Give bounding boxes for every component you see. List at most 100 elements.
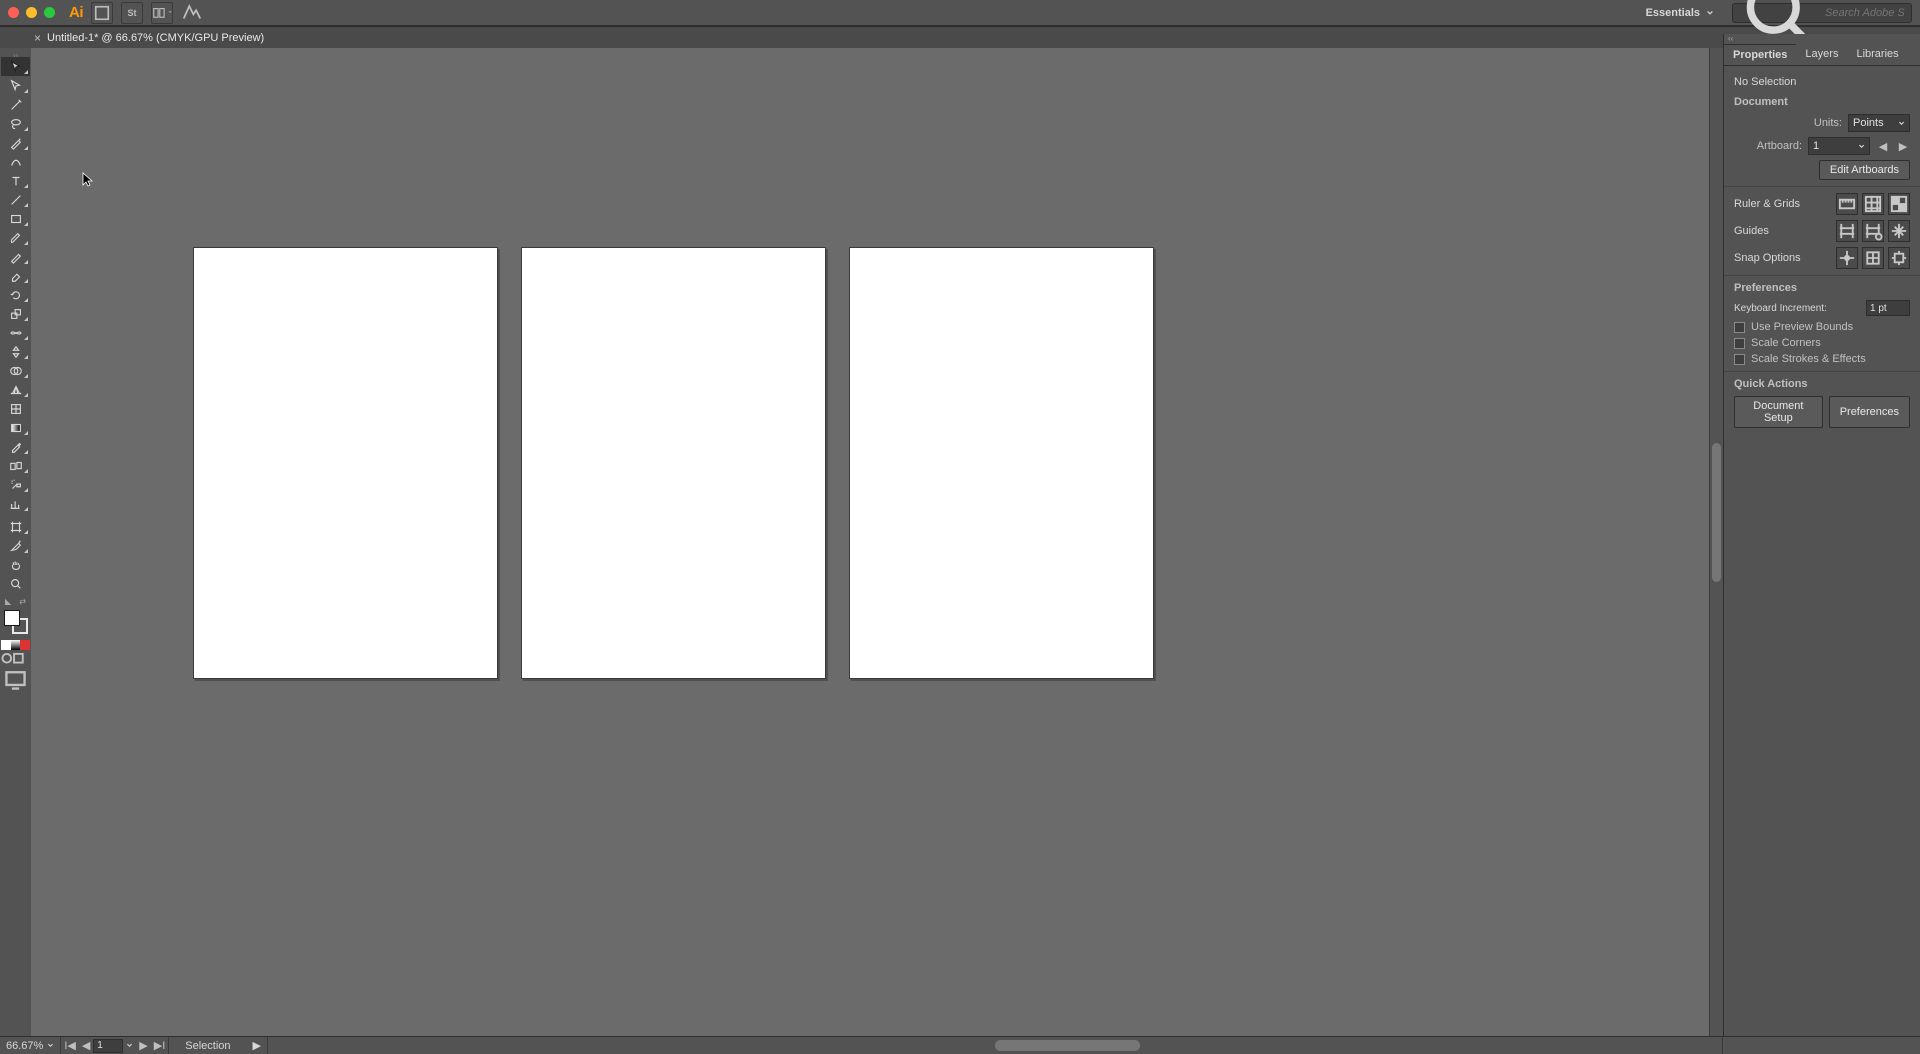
pencil-tool[interactable]	[1, 247, 30, 266]
scale-corners-checkbox[interactable]	[1734, 338, 1745, 349]
artboard-next-button[interactable]: ▶	[136, 1039, 150, 1052]
artboard-1[interactable]	[193, 247, 498, 679]
smart-guides-icon[interactable]	[1888, 220, 1910, 242]
eyedropper-tool[interactable]	[1, 437, 30, 456]
artboard-last-button[interactable]: ▶I	[151, 1039, 169, 1052]
tab-libraries[interactable]: Libraries	[1847, 44, 1907, 65]
transparency-grid-icon[interactable]	[1888, 193, 1910, 215]
line-segment-tool[interactable]	[1, 190, 30, 209]
app-logo: Ai	[69, 4, 83, 21]
shape-builder-tool[interactable]	[1, 361, 30, 380]
artboard-next-button[interactable]: ▶	[1896, 140, 1910, 153]
selection-tool[interactable]	[1, 57, 30, 76]
status-menu-button[interactable]: ▶	[247, 1039, 267, 1052]
document-tab-bar: × Untitled-1* @ 66.67% (CMYK/GPU Preview…	[0, 26, 1920, 48]
workspace-label: Essentials	[1646, 7, 1700, 19]
lasso-tool[interactable]	[1, 114, 30, 133]
artboard-2[interactable]	[521, 247, 826, 679]
column-graph-tool[interactable]	[1, 494, 30, 513]
workspace-switcher[interactable]: Essentials	[1636, 5, 1724, 21]
scale-corners-label: Scale Corners	[1751, 337, 1821, 349]
kbd-increment-input[interactable]	[1866, 300, 1910, 316]
hand-tool[interactable]	[1, 555, 30, 574]
artboard-prev-button[interactable]: ◀	[79, 1039, 93, 1052]
free-transform-tool[interactable]	[1, 342, 30, 361]
perspective-grid-tool[interactable]	[1, 380, 30, 399]
direct-selection-tool[interactable]	[1, 76, 30, 95]
scale-strokes-label: Scale Strokes & Effects	[1751, 353, 1866, 365]
cursor-icon	[82, 172, 94, 188]
fill-swatch[interactable]	[4, 610, 20, 626]
document-tab-title[interactable]: Untitled-1* @ 66.67% (CMYK/GPU Preview)	[47, 32, 264, 44]
minimize-window-button[interactable]	[26, 7, 37, 18]
use-preview-bounds-checkbox[interactable]	[1734, 322, 1745, 333]
tab-properties[interactable]: Properties	[1724, 44, 1796, 65]
zoom-select[interactable]: 66.67%	[0, 1037, 61, 1054]
stock-icon[interactable]: St	[121, 2, 143, 24]
snap-grid-icon[interactable]	[1862, 247, 1884, 269]
guides-lock-icon[interactable]	[1862, 220, 1884, 242]
units-label: Units:	[1734, 117, 1842, 129]
scale-tool[interactable]	[1, 304, 30, 323]
preferences-button[interactable]: Preferences	[1829, 396, 1910, 428]
gpu-preview-icon[interactable]	[181, 2, 203, 24]
artboard-tool[interactable]	[1, 517, 30, 536]
color-mode-row[interactable]	[1, 640, 30, 650]
grid-icon[interactable]	[1862, 193, 1884, 215]
search-box[interactable]	[1732, 3, 1912, 23]
rectangle-tool[interactable]	[1, 209, 30, 228]
ruler-grids-label: Ruler & Grids	[1734, 198, 1830, 210]
title-bar: Ai St Essentials	[0, 0, 1920, 26]
arrange-documents-icon[interactable]	[151, 2, 173, 24]
document-section-label: Document	[1734, 96, 1910, 108]
selection-status-label: No Selection	[1734, 76, 1910, 88]
scale-strokes-checkbox[interactable]	[1734, 354, 1745, 365]
edit-artboards-button[interactable]: Edit Artboards	[1819, 160, 1910, 180]
artboard-number-input[interactable]	[93, 1039, 123, 1053]
snap-point-icon[interactable]	[1836, 247, 1858, 269]
screen-mode-button[interactable]	[1, 670, 30, 688]
close-document-button[interactable]: ×	[34, 31, 41, 45]
magic-wand-tool[interactable]	[1, 95, 30, 114]
quick-actions-label: Quick Actions	[1734, 378, 1910, 390]
artboard-3[interactable]	[849, 247, 1154, 679]
ruler-icon[interactable]	[1836, 193, 1858, 215]
mesh-tool[interactable]	[1, 399, 30, 418]
panel-collapse-icon[interactable]: ‹‹	[1724, 34, 1920, 44]
guides-show-icon[interactable]	[1836, 220, 1858, 242]
eraser-tool[interactable]	[1, 266, 30, 285]
search-input[interactable]	[1825, 7, 1905, 19]
gradient-tool[interactable]	[1, 418, 30, 437]
document-setup-button[interactable]: Document Setup	[1734, 396, 1823, 428]
width-tool[interactable]	[1, 323, 30, 342]
maximize-window-button[interactable]	[44, 7, 55, 18]
vertical-scrollbar[interactable]	[1709, 48, 1723, 1036]
artboard-select[interactable]: 1	[1808, 137, 1870, 155]
snap-options-label: Snap Options	[1734, 252, 1830, 264]
close-window-button[interactable]	[8, 7, 19, 18]
horizontal-scrollbar[interactable]	[267, 1037, 1723, 1054]
tools-panel: ›› ◣⇄	[0, 48, 31, 688]
chevron-down-icon	[1706, 9, 1714, 17]
home-icon[interactable]	[91, 2, 113, 24]
artboard-first-button[interactable]: I◀	[61, 1039, 79, 1052]
units-select[interactable]: Points	[1848, 114, 1910, 132]
tab-layers[interactable]: Layers	[1796, 44, 1847, 65]
paintbrush-tool[interactable]	[1, 228, 30, 247]
artboard-prev-button[interactable]: ◀	[1876, 140, 1890, 153]
curvature-tool[interactable]	[1, 152, 30, 171]
rotate-tool[interactable]	[1, 285, 30, 304]
canvas-area[interactable]: ‹‹	[31, 48, 1723, 1036]
fill-stroke-indicator[interactable]	[4, 610, 28, 634]
artboard-label: Artboard:	[1734, 140, 1802, 152]
blend-tool[interactable]	[1, 456, 30, 475]
zoom-tool[interactable]	[1, 574, 30, 593]
pen-tool[interactable]	[1, 133, 30, 152]
slice-tool[interactable]	[1, 536, 30, 555]
zoom-value: 66.67%	[6, 1040, 43, 1052]
artboard-navigation: I◀ ◀ ▶ ▶I	[61, 1037, 169, 1054]
symbol-sprayer-tool[interactable]	[1, 475, 30, 494]
fill-stroke-swap-row: ◣⇄	[1, 597, 30, 606]
snap-pixel-icon[interactable]	[1888, 247, 1910, 269]
type-tool[interactable]	[1, 171, 30, 190]
